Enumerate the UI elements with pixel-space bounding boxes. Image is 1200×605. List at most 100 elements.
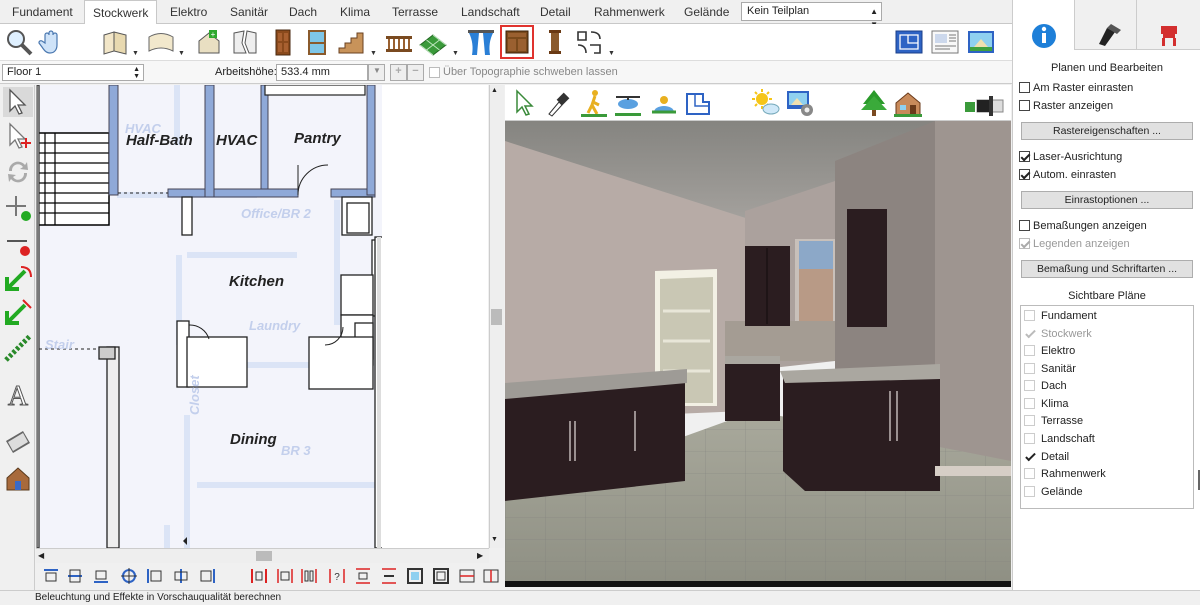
visible-plan-landschaft[interactable]: Landschaft [1024, 432, 1095, 446]
house-view-icon[interactable] [3, 463, 33, 493]
film-camera-icon[interactable] [3, 427, 33, 457]
camera-3d-view[interactable] [505, 121, 1011, 587]
wall-tool-icon[interactable] [100, 27, 130, 57]
add-point-icon[interactable] [3, 193, 33, 223]
text-tool-icon[interactable]: A [3, 379, 33, 410]
minus-icon[interactable]: − [407, 64, 424, 81]
select-arrow-icon[interactable] [3, 87, 33, 117]
panel-tab-furniture[interactable] [1137, 0, 1200, 50]
exposure-slider-icon[interactable] [963, 88, 1007, 118]
fit-box-icon[interactable] [406, 567, 424, 585]
plan-camera-icon[interactable] [683, 88, 713, 118]
tab-detail[interactable]: Detail [538, 0, 573, 24]
tab-klima[interactable]: Klima [338, 0, 372, 24]
distribute-v-icon[interactable] [354, 567, 372, 585]
scroll-thumb[interactable] [256, 551, 272, 561]
checkbox-raster-einrasten[interactable]: Am Raster einrasten [1019, 81, 1133, 95]
walkthrough-icon[interactable] [579, 88, 609, 118]
scroll-down-icon[interactable]: ▼ [491, 536, 498, 543]
shapes-icon[interactable] [574, 27, 604, 57]
visible-plan-klima[interactable]: Klima [1024, 397, 1069, 411]
floor-select[interactable]: Floor 1 ▲ ▼ [2, 64, 144, 81]
house-exterior-icon[interactable] [893, 88, 923, 118]
tab-landschaft[interactable]: Landschaft [459, 0, 522, 24]
extend-icon[interactable] [3, 333, 33, 363]
bemassung-schriftarten-button[interactable]: Bemaßung und Schriftarten ... [1021, 260, 1193, 278]
visible-plan-rahmenwerk[interactable]: Rahmenwerk [1024, 467, 1106, 481]
visible-plan-dach[interactable]: Dach [1024, 379, 1067, 393]
fill-box-icon[interactable] [432, 567, 450, 585]
scroll-thumb[interactable] [491, 309, 502, 325]
multi-select-icon[interactable] [3, 121, 33, 151]
scroll-right-icon[interactable]: ▶ [477, 551, 483, 560]
tab-gelaende[interactable]: Gelände [682, 0, 731, 24]
visible-plan-terrasse[interactable]: Terrasse [1024, 414, 1083, 428]
railing-icon[interactable] [384, 27, 414, 57]
plan-vertical-scrollbar[interactable]: ▲ ▼ [489, 85, 504, 548]
orbit-camera-icon[interactable] [649, 88, 679, 118]
dropdown-arrow-icon[interactable]: ▼ [452, 50, 459, 57]
fly-camera-icon[interactable] [613, 88, 643, 118]
cabinet-icon[interactable] [500, 25, 534, 59]
rastereigenschaften-button[interactable]: Rastereigenschaften ... [1021, 122, 1193, 140]
pan-hand-icon[interactable] [36, 27, 66, 57]
topo-checkbox[interactable] [429, 67, 440, 78]
distribute-h-icon[interactable] [250, 567, 268, 585]
floor-pattern-icon[interactable] [418, 27, 448, 57]
dropdown-arrow-icon[interactable]: ▼ [178, 50, 185, 57]
space-h-icon[interactable] [300, 567, 318, 585]
align-top-icon[interactable] [42, 567, 60, 585]
dropdown-arrow-icon[interactable]: ▼ [608, 50, 615, 57]
align-middle-icon[interactable] [66, 567, 84, 585]
fillet-icon[interactable] [3, 263, 33, 293]
select-arrow-icon[interactable] [509, 88, 539, 118]
roof-surface-icon[interactable] [146, 27, 176, 57]
checkbox-bemassungen-anzeigen[interactable]: Bemaßungen anzeigen [1019, 219, 1147, 233]
floor-plan-view-icon[interactable] [894, 27, 924, 57]
align-bottom-icon[interactable] [92, 567, 110, 585]
sun-lighting-icon[interactable] [751, 88, 781, 118]
visible-plan-detail[interactable]: Detail [1024, 450, 1069, 464]
visible-plan-fundament[interactable]: Fundament [1024, 309, 1097, 323]
arbeitshoehe-input[interactable]: 533.4 mm [276, 64, 368, 81]
render-settings-icon[interactable] [785, 88, 815, 118]
tab-sanitaer[interactable]: Sanitär [228, 0, 270, 24]
stairs-icon[interactable] [336, 27, 366, 57]
checkbox-raster-anzeigen[interactable]: Raster anzeigen [1019, 99, 1113, 113]
scroll-up-icon[interactable]: ▲ [491, 87, 498, 94]
eyedropper-icon[interactable] [543, 88, 573, 118]
panel-tab-style[interactable] [1075, 0, 1137, 50]
panel-tab-info[interactable] [1013, 0, 1075, 50]
checkbox-laser-ausrichtung[interactable]: Laser-Ausrichtung [1019, 150, 1122, 164]
align-right-icon[interactable] [198, 567, 216, 585]
tab-rahmenwerk[interactable]: Rahmenwerk [592, 0, 667, 24]
center-h-icon[interactable] [276, 567, 294, 585]
add-room-icon[interactable]: + [194, 27, 224, 57]
layout-view-icon[interactable] [930, 27, 960, 57]
tree-landscape-icon[interactable] [859, 88, 889, 118]
window-icon[interactable] [302, 27, 332, 57]
checkbox-autom-einrasten[interactable]: Autom. einrasten [1019, 168, 1116, 182]
einrastoptionen-button[interactable]: Einrastoptionen ... [1021, 191, 1193, 209]
center-v-icon[interactable] [380, 567, 398, 585]
tab-elektro[interactable]: Elektro [168, 0, 209, 24]
center-target-icon[interactable] [120, 567, 138, 585]
align-left-icon[interactable] [146, 567, 164, 585]
align-center-icon[interactable] [172, 567, 190, 585]
fit-width-icon[interactable] [458, 567, 476, 585]
rotate-icon[interactable] [3, 157, 33, 187]
teilplan-select[interactable]: Kein Teilplan ▲▼ [741, 2, 882, 29]
magnifier-icon[interactable] [4, 27, 34, 57]
break-line-icon[interactable] [3, 229, 33, 259]
broken-wall-icon[interactable] [230, 27, 260, 57]
column-icon[interactable] [540, 27, 570, 57]
visible-plan-elektro[interactable]: Elektro [1024, 344, 1075, 358]
plan-horizontal-scrollbar[interactable]: ◀ ▶ [36, 548, 489, 563]
arbeitshoehe-dropdown[interactable]: ▼ [368, 64, 385, 81]
dropdown-arrow-icon[interactable]: ▼ [370, 50, 377, 57]
dropdown-arrow-icon[interactable]: ▼ [132, 50, 139, 57]
scroll-left-icon[interactable]: ◀ [38, 551, 44, 560]
visible-plan-gelaende[interactable]: Gelände [1024, 485, 1083, 499]
fit-height-icon[interactable] [482, 567, 500, 585]
curtain-icon[interactable] [466, 27, 496, 57]
